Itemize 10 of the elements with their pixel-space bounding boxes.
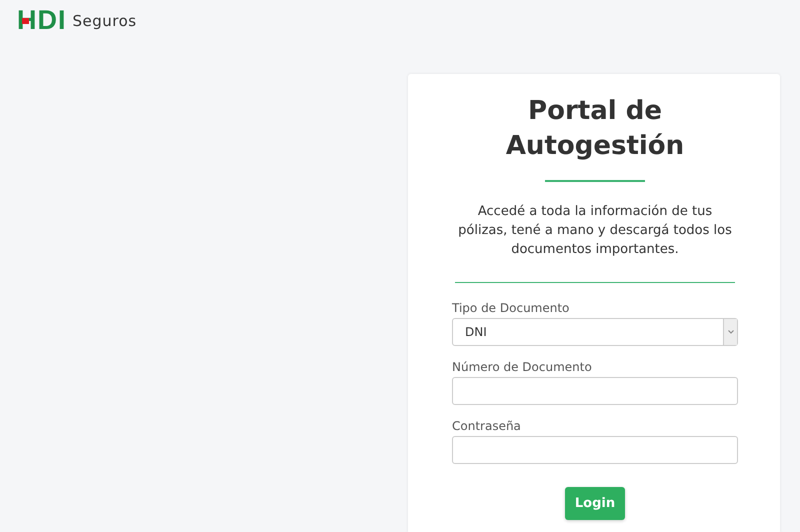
card-title: Portal de Autogestión	[504, 95, 686, 163]
description: Accedé a toda la información de tus pólizas, tené a mano y descargá todos los documentos importantes.	[457, 203, 733, 259]
input-field[interactable]	[452, 436, 738, 464]
field-label: Número de Documento	[452, 360, 593, 374]
field-label: Tipo de Documento	[452, 301, 570, 315]
document-type-select[interactable]: DNI	[452, 318, 738, 346]
input-field[interactable]	[452, 377, 738, 405]
field-label: Contraseña	[452, 419, 522, 433]
caret-icon	[728, 330, 734, 334]
brand-name: Seguros	[72, 12, 137, 30]
